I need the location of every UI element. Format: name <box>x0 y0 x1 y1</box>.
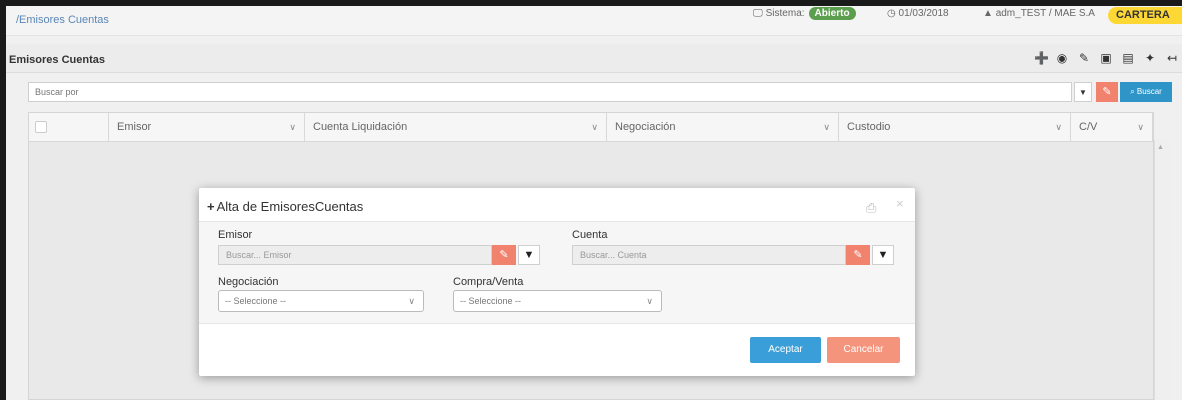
negociacion-label: Negociación <box>218 276 279 288</box>
column-custodio[interactable]: Custodio ∨ <box>839 113 1071 141</box>
negociacion-value: -- Seleccione -- <box>225 296 287 306</box>
system-status: 🖵 Sistema: Abierto <box>753 7 856 20</box>
cuenta-clear-button[interactable]: ✎ <box>846 245 870 265</box>
chevron-down-icon: ∨ <box>646 296 653 306</box>
search-dropdown-caret[interactable]: ▼ <box>1074 82 1092 102</box>
select-all-column <box>29 113 109 141</box>
move-icon[interactable]: ✦ <box>1144 51 1156 65</box>
panel-header: Emisores Cuentas ➕ ◉ ✎ ▣ ▤ ✦ ↤ <box>6 44 1182 73</box>
column-cuenta-liquidacion[interactable]: Cuenta Liquidación ∨ <box>305 113 607 141</box>
chevron-down-icon[interactable]: ∨ <box>823 113 830 141</box>
emisor-label: Emisor <box>218 229 253 241</box>
eraser-icon: ✎ <box>1102 86 1112 98</box>
column-emisor[interactable]: Emisor ∨ <box>109 113 305 141</box>
user-text: adm_TEST / MAE S.A <box>995 8 1095 19</box>
user-display[interactable]: ▲ adm_TEST / MAE S.A <box>983 8 1095 19</box>
accept-button[interactable]: Aceptar <box>750 337 821 363</box>
panel-title: Emisores Cuentas <box>9 54 105 66</box>
clear-search-button[interactable]: ✎ <box>1096 82 1118 102</box>
magnifier-icon: ⌕ <box>1130 87 1135 96</box>
scroll-up-icon[interactable]: ▲ <box>1157 144 1164 151</box>
column-label: Custodio <box>847 121 891 133</box>
print-icon[interactable]: ⎙ <box>866 200 876 216</box>
emisor-filter-button[interactable]: ▼ <box>518 245 540 265</box>
search-button-label: Buscar <box>1136 87 1162 96</box>
view-icon[interactable]: ◉ <box>1056 51 1068 65</box>
edit-icon[interactable]: ✎ <box>1078 51 1090 65</box>
emisor-clear-button[interactable]: ✎ <box>492 245 516 265</box>
breadcrumb[interactable]: /Emisores Cuentas <box>16 14 109 26</box>
select-all-checkbox[interactable] <box>35 121 47 133</box>
compra-venta-label: Compra/Venta <box>453 276 524 288</box>
monitor-icon: 🖵 <box>753 8 763 19</box>
chevron-down-icon: ∨ <box>408 296 415 306</box>
compra-venta-select[interactable]: -- Seleccione -- ∨ <box>453 290 662 312</box>
search-button[interactable]: ⌕ Buscar <box>1120 82 1172 102</box>
dialog-title-text: Alta de EmisoresCuentas <box>216 199 364 214</box>
vertical-scrollbar[interactable] <box>1154 140 1171 400</box>
chevron-down-icon[interactable]: ∨ <box>289 113 296 141</box>
search-bar <box>28 82 1083 102</box>
cuenta-filter-button[interactable]: ▼ <box>872 245 894 265</box>
close-icon[interactable]: × <box>896 196 904 211</box>
chevron-down-icon[interactable]: ∨ <box>1055 113 1062 141</box>
delete-icon[interactable]: ▣ <box>1100 51 1112 65</box>
emisor-search-input[interactable]: Buscar... Emisor <box>218 245 492 265</box>
export-icon[interactable]: ▤ <box>1122 51 1134 65</box>
cuenta-search-input[interactable]: Buscar... Cuenta <box>572 245 846 265</box>
column-cv[interactable]: C/V ∨ <box>1071 113 1153 141</box>
clock-icon: ◷ <box>887 8 896 19</box>
filter-icon: ▼ <box>523 249 535 261</box>
system-label: Sistema: <box>765 8 805 19</box>
eraser-icon: ✎ <box>499 249 509 261</box>
search-input[interactable] <box>29 83 1083 101</box>
negociacion-select[interactable]: -- Seleccione -- ∨ <box>218 290 424 312</box>
create-dialog: + Alta de EmisoresCuentas ⎙ × Emisor Busc… <box>199 188 915 376</box>
add-icon[interactable]: ➕ <box>1034 51 1049 65</box>
panel-toolbar: ➕ ◉ ✎ ▣ ▤ ✦ ↤ <box>1034 51 1178 65</box>
column-label: C/V <box>1079 121 1098 133</box>
filter-icon: ▼ <box>877 249 889 261</box>
user-icon: ▲ <box>983 8 993 19</box>
grid-header: Emisor ∨ Cuenta Liquidación ∨ Negociación ∨… <box>29 113 1153 142</box>
cuenta-label: Cuenta <box>572 229 608 241</box>
status-badge: Abierto <box>808 7 856 20</box>
date-text: 01/03/2018 <box>898 8 949 19</box>
dialog-body: Emisor Buscar... Emisor ✎ ▼ Cuenta Busca… <box>199 221 915 324</box>
cancel-button[interactable]: Cancelar <box>827 337 900 363</box>
column-label: Cuenta Liquidación <box>313 121 408 133</box>
column-label: Negociación <box>615 121 676 133</box>
plus-icon: + <box>207 199 215 214</box>
expand-icon[interactable]: ↤ <box>1166 51 1178 65</box>
dialog-title: + Alta de EmisoresCuentas <box>207 199 363 214</box>
compra-venta-value: -- Seleccione -- <box>460 296 522 306</box>
column-negociacion[interactable]: Negociación ∨ <box>607 113 839 141</box>
date-display: ◷ 01/03/2018 <box>887 8 949 19</box>
chevron-down-icon[interactable]: ∨ <box>1137 113 1144 141</box>
portfolio-button[interactable]: CARTERA <box>1108 7 1182 24</box>
eraser-icon: ✎ <box>853 249 863 261</box>
column-label: Emisor <box>117 121 152 133</box>
chevron-down-icon[interactable]: ∨ <box>591 113 598 141</box>
